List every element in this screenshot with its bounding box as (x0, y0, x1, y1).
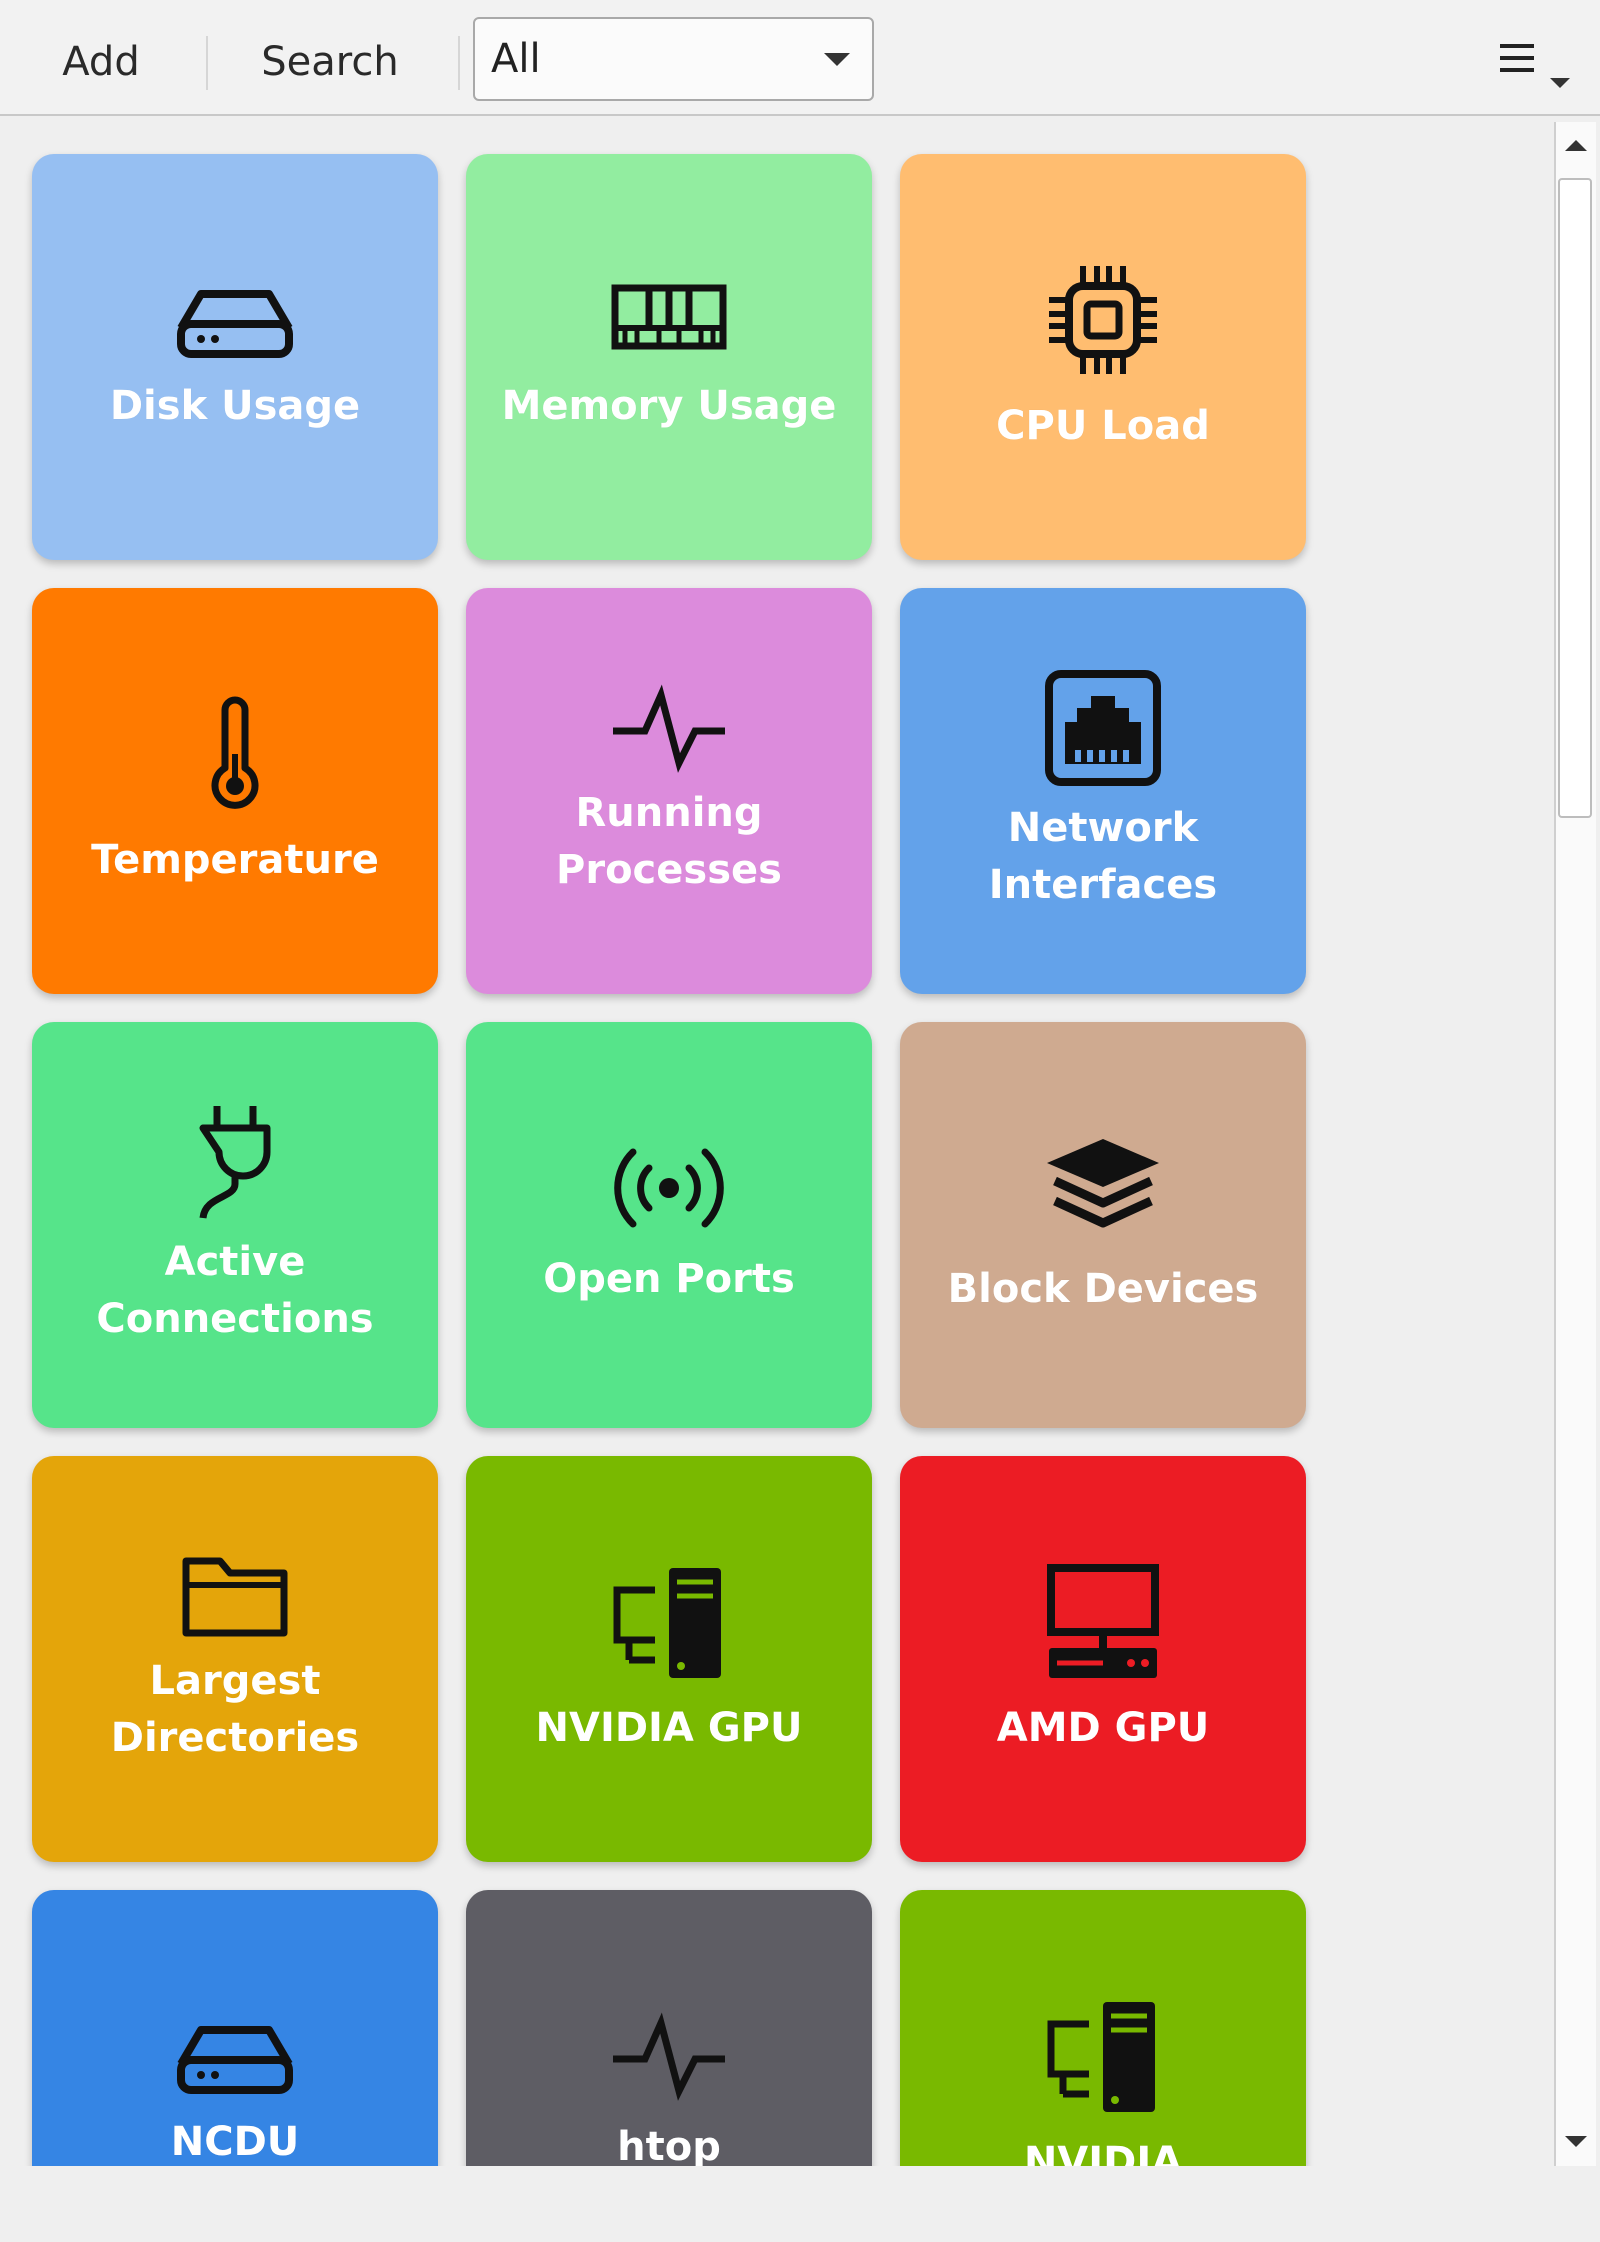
tile-temperature[interactable]: Temperature (32, 588, 438, 994)
tile-label: Memory Usage (501, 382, 837, 429)
tile-label: AMD GPU (996, 1704, 1210, 1751)
category-filter-select[interactable]: All (473, 17, 874, 101)
tile-label: Disk Usage (109, 382, 361, 429)
vertical-scrollbar[interactable] (1554, 122, 1596, 2166)
tile-amd-gpu[interactable]: AMD GPU (900, 1456, 1306, 1862)
tile-label: Network Interfaces (988, 805, 1218, 908)
folder-icon (180, 1551, 290, 1645)
layers-icon (1043, 1133, 1163, 1247)
tile-ncdu[interactable]: NCDU (32, 1890, 438, 2166)
tile-disk-usage[interactable]: Disk Usage (32, 154, 438, 560)
scroll-down-arrow-icon[interactable] (1556, 2118, 1596, 2166)
plug-icon (195, 1102, 275, 1226)
computer-tower-icon (1043, 1996, 1163, 2120)
tile-label: NCDU (170, 2118, 300, 2165)
tile-label: Temperature (91, 836, 379, 883)
tile-largest-directories[interactable]: Largest Directories (32, 1456, 438, 1862)
tile-label: Open Ports (543, 1255, 795, 1302)
tile-label: CPU Load (996, 402, 1210, 449)
computer-tower-icon (609, 1562, 729, 1686)
tile-running-processes[interactable]: Running Processes (466, 588, 872, 994)
memory-icon (609, 280, 729, 364)
cpu-icon (1043, 260, 1163, 384)
tile-htop[interactable]: htop (466, 1890, 872, 2166)
tile-label: NVIDIA (1023, 2138, 1183, 2167)
hard-drive-icon (175, 2016, 295, 2100)
toolbar-separator (458, 36, 460, 90)
tile-cpu-load[interactable]: CPU Load (900, 154, 1306, 560)
scroll-up-arrow-icon[interactable] (1556, 122, 1596, 170)
filter-selected-value: All (491, 36, 541, 82)
tile-open-ports[interactable]: Open Ports (466, 1022, 872, 1428)
tile-label: Block Devices (947, 1265, 1259, 1312)
thermometer-icon (205, 694, 265, 818)
tile-memory-usage[interactable]: Memory Usage (466, 154, 872, 560)
tile-active-connections[interactable]: Active Connections (32, 1022, 438, 1428)
tile-nvidia-gpu[interactable]: NVIDIA GPU (466, 1456, 872, 1862)
status-bar (0, 2166, 1600, 2242)
ethernet-port-icon (1043, 668, 1163, 792)
tile-label: NVIDIA GPU (535, 1704, 803, 1751)
tile-label: Running Processes (556, 790, 782, 893)
tile-nvidia[interactable]: NVIDIA (900, 1890, 1306, 2166)
broadcast-icon (609, 1143, 729, 1237)
scrollbar-thumb[interactable] (1558, 178, 1592, 818)
tile-label: Largest Directories (110, 1658, 360, 1761)
activity-icon (609, 2011, 729, 2105)
activity-icon (609, 683, 729, 777)
tile-grid: Disk Usage Memory Usage CPU Load Temperatur… (0, 118, 1552, 2166)
toolbar-separator (206, 36, 208, 90)
toolbar: Add Search All (0, 0, 1600, 116)
hamburger-menu-icon[interactable] (1490, 34, 1590, 94)
tile-block-devices[interactable]: Block Devices (900, 1022, 1306, 1428)
chevron-down-icon (824, 53, 850, 66)
hard-drive-icon (175, 280, 295, 364)
add-button[interactable]: Add (36, 20, 166, 104)
tile-network-interfaces[interactable]: Network Interfaces (900, 588, 1306, 994)
desktop-computer-icon (1043, 1562, 1163, 1686)
search-button[interactable]: Search (240, 20, 420, 104)
tile-label: Active Connections (96, 1239, 374, 1342)
tile-label: htop (617, 2123, 721, 2167)
